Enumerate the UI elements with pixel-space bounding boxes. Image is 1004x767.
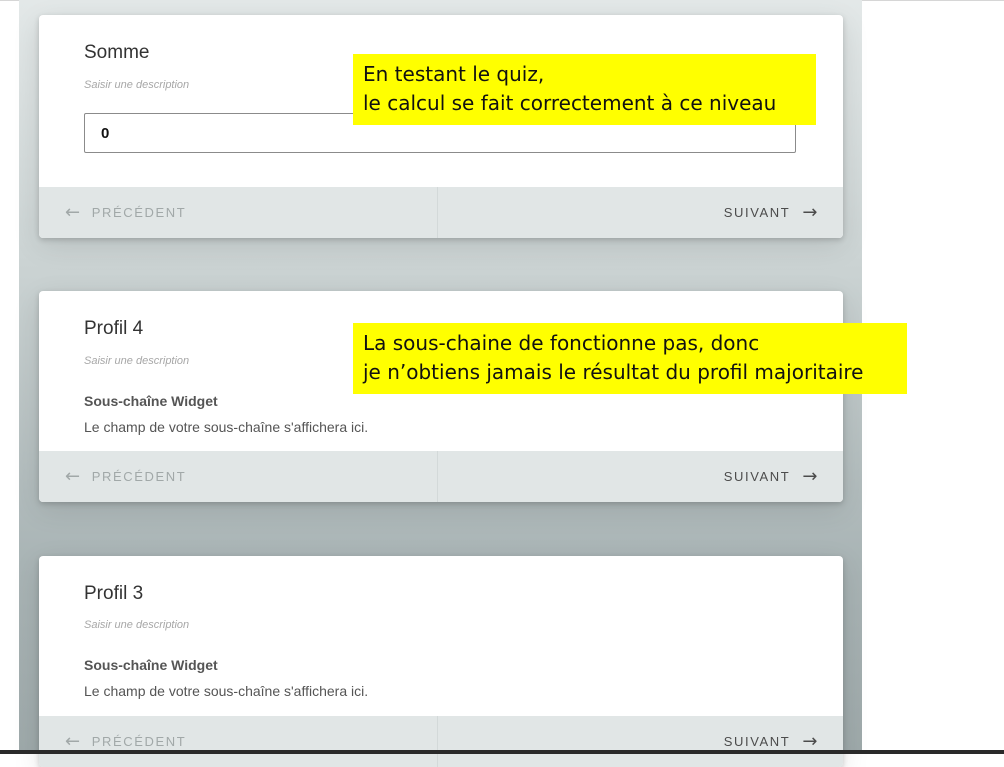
footer-divider [437,451,438,502]
next-label: SUIVANT [723,469,791,484]
arrow-left-icon: ← [65,201,82,223]
footer-divider [437,716,438,767]
previous-label: PRÉCÉDENT [91,734,187,749]
arrow-right-icon: → [802,201,819,223]
previous-button[interactable]: ← PRÉCÉDENT [65,716,186,767]
annotation-note: La sous-chaine de fonctionne pas, donc j… [353,323,907,394]
footer-divider [437,187,438,238]
next-button[interactable]: SUIVANT → [724,716,819,767]
arrow-left-icon: ← [65,465,82,487]
annotation-line: La sous-chaine de fonctionne pas, donc [363,331,760,355]
card-description[interactable]: Saisir une description [84,355,189,367]
next-button[interactable]: SUIVANT → [724,187,819,238]
card-description[interactable]: Saisir une description [84,79,189,91]
card-footer: ← PRÉCÉDENT SUIVANT → [39,716,843,767]
widget-text: Le champ de votre sous-chaîne s'afficher… [84,683,369,699]
card-title: Profil 3 [84,583,144,604]
widget-title: Sous-chaîne Widget [84,393,218,409]
previous-label: PRÉCÉDENT [91,205,187,220]
next-label: SUIVANT [723,205,791,220]
card-profil-3: Profil 3 Saisir une description Sous-cha… [39,556,843,767]
card-footer: ← PRÉCÉDENT SUIVANT → [39,187,843,238]
card-title: Somme [84,42,150,63]
arrow-left-icon: ← [65,730,82,752]
widget-title: Sous-chaîne Widget [84,657,218,673]
card-footer: ← PRÉCÉDENT SUIVANT → [39,451,843,502]
card-somme: Somme Saisir une description ← PRÉCÉDENT… [39,15,843,238]
next-label: SUIVANT [723,734,791,749]
card-description[interactable]: Saisir une description [84,619,189,631]
previous-button[interactable]: ← PRÉCÉDENT [65,451,186,502]
previous-label: PRÉCÉDENT [91,469,187,484]
annotation-note: En testant le quiz, le calcul se fait co… [353,54,816,125]
arrow-right-icon: → [802,730,819,752]
widget-text: Le champ de votre sous-chaîne s'afficher… [84,419,369,435]
card-title: Profil 4 [84,318,144,339]
next-button[interactable]: SUIVANT → [724,451,819,502]
annotation-line: je n’obtiens jamais le résultat du profi… [363,360,864,384]
annotation-line: le calcul se fait correctement à ce nive… [363,91,777,115]
annotation-line: En testant le quiz, [363,62,545,86]
bottom-border [0,750,1004,754]
arrow-right-icon: → [802,465,819,487]
previous-button[interactable]: ← PRÉCÉDENT [65,187,186,238]
